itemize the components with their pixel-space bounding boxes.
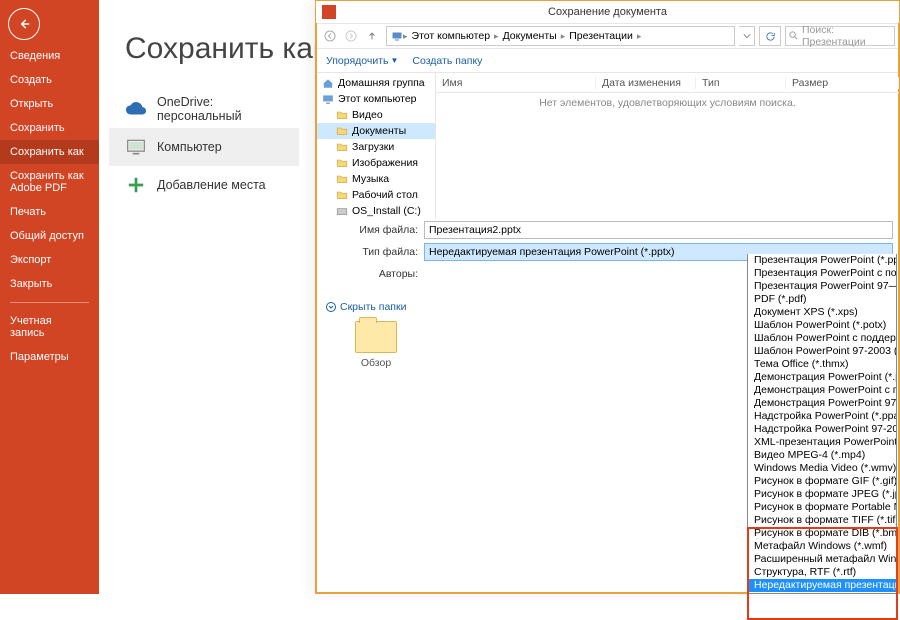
nav-item[interactable]: Учетная запись: [0, 309, 99, 345]
tree-item[interactable]: Видео: [316, 107, 435, 123]
tree-item[interactable]: Этот компьютер: [316, 91, 435, 107]
tree-item[interactable]: Домашняя группа: [316, 75, 435, 91]
nav-item[interactable]: Создать: [0, 68, 99, 92]
onedrive-icon: [125, 98, 147, 120]
nav-back-button[interactable]: [320, 26, 340, 46]
filetype-option[interactable]: Документ XPS (*.xps): [748, 306, 896, 319]
pc-icon: [391, 30, 403, 42]
file-listing[interactable]: Имя Дата изменения Тип Размер Нет элемен…: [436, 73, 899, 219]
nav-divider: [10, 302, 89, 303]
filetype-option[interactable]: Рисунок в формате GIF (*.gif): [748, 475, 896, 488]
computer-icon: [125, 136, 147, 158]
filetype-option[interactable]: Рисунок в формате Portable Network Graph…: [748, 501, 896, 514]
nav-item[interactable]: Сохранить: [0, 116, 99, 140]
dialog-title: Сохранение документа: [548, 6, 667, 18]
filetype-option[interactable]: Рисунок в формате TIFF (*.tif): [748, 514, 896, 527]
breadcrumb[interactable]: ▸ Этот компьютер▸Документы▸Презентации▸: [386, 26, 735, 46]
filetype-option[interactable]: Структура, RTF (*.rtf): [748, 566, 896, 579]
place-item[interactable]: Компьютер: [109, 128, 299, 166]
filetype-option[interactable]: Демонстрация PowerPoint (*.ppsx): [748, 371, 896, 384]
filetype-option[interactable]: XML-презентация PowerPoint (*.xml): [748, 436, 896, 449]
filetype-option[interactable]: Windows Media Video (*.wmv): [748, 462, 896, 475]
empty-message: Нет элементов, удовлетворяющих условиям …: [436, 97, 899, 109]
breadcrumb-segment[interactable]: Презентации: [565, 30, 637, 42]
add-icon: [125, 174, 147, 196]
app-icon: [322, 5, 336, 19]
nav-item[interactable]: Экспорт: [0, 248, 99, 272]
authors-label: Авторы:: [316, 268, 424, 280]
browse-label: Обзор: [346, 357, 406, 369]
search-icon: [788, 30, 799, 41]
dialog-titlebar: Сохранение документа: [316, 1, 899, 23]
filetype-option[interactable]: Видео MPEG-4 (*.mp4): [748, 449, 896, 462]
filetype-option[interactable]: Надстройка PowerPoint 97-2003 (*.ppa): [748, 423, 896, 436]
nav-item[interactable]: Закрыть: [0, 272, 99, 296]
breadcrumb-segment[interactable]: Этот компьютер: [408, 30, 495, 42]
col-date[interactable]: Дата изменения: [596, 77, 696, 89]
nav-item[interactable]: Сведения: [0, 44, 99, 68]
tree-item[interactable]: OS_Install (C:): [316, 203, 435, 219]
col-name[interactable]: Имя: [436, 77, 596, 89]
filetype-option[interactable]: Демонстрация PowerPoint с поддержкой мак…: [748, 384, 896, 397]
filetype-option[interactable]: Нередактируемая презентация PowerPoint (…: [748, 579, 896, 592]
filetype-option[interactable]: Рисунок в формате JPEG (*.jpg): [748, 488, 896, 501]
filetype-option[interactable]: Демонстрация PowerPoint 97-2003 (*.pps): [748, 397, 896, 410]
col-type[interactable]: Тип: [696, 77, 786, 89]
back-arrow-icon: [17, 17, 31, 31]
address-bar: ▸ Этот компьютер▸Документы▸Презентации▸ …: [316, 23, 899, 49]
filetype-option[interactable]: Расширенный метафайл Windows (*.emf): [748, 553, 896, 566]
new-folder-button[interactable]: Создать папку: [412, 55, 482, 67]
backstage-sidebar: СведенияСоздатьОткрытьСохранитьСохранить…: [0, 0, 99, 594]
refresh-button[interactable]: [759, 26, 781, 46]
folder-tree[interactable]: Домашняя группаЭтот компьютерВидеоДокуме…: [316, 73, 436, 219]
filetype-option[interactable]: Метафайл Windows (*.wmf): [748, 540, 896, 553]
nav-up-button[interactable]: [362, 26, 382, 46]
nav-item[interactable]: Открыть: [0, 92, 99, 116]
column-headers[interactable]: Имя Дата изменения Тип Размер: [436, 73, 899, 93]
filetype-option[interactable]: Презентация PowerPoint с поддержкой макр…: [748, 267, 896, 280]
breadcrumb-dropdown[interactable]: [739, 26, 755, 46]
nav-item[interactable]: Сохранить как: [0, 140, 99, 164]
hide-folders-button[interactable]: Скрыть папки: [326, 301, 406, 313]
nav-forward-button[interactable]: [341, 26, 361, 46]
filetype-dropdown[interactable]: Презентация PowerPoint (*.pptx)Презентац…: [747, 254, 897, 594]
chevron-down-icon: [326, 302, 336, 312]
col-size[interactable]: Размер: [786, 77, 899, 89]
tree-item[interactable]: Музыка: [316, 171, 435, 187]
tree-item[interactable]: Загрузки: [316, 139, 435, 155]
nav-item[interactable]: Параметры: [0, 345, 99, 369]
organize-button[interactable]: Упорядочить ▼: [326, 55, 398, 67]
nav-item[interactable]: Общий доступ: [0, 224, 99, 248]
filetype-option[interactable]: Шаблон PowerPoint с поддержкой макросов …: [748, 332, 896, 345]
filetype-option[interactable]: Рисунок в формате DIB (*.bmp): [748, 527, 896, 540]
back-button[interactable]: [8, 8, 40, 40]
filetype-option[interactable]: Презентация PowerPoint 97—2003 (*.ppt): [748, 280, 896, 293]
nav-item[interactable]: Сохранить как Adobe PDF: [0, 164, 99, 200]
filetype-option[interactable]: Шаблон PowerPoint 97-2003 (*.pot): [748, 345, 896, 358]
tree-item[interactable]: Рабочий стол: [316, 187, 435, 203]
filetype-option[interactable]: PDF (*.pdf): [748, 293, 896, 306]
breadcrumb-segment[interactable]: Документы: [499, 30, 561, 42]
filename-label: Имя файла:: [316, 224, 424, 236]
filetype-option[interactable]: Шаблон PowerPoint (*.potx): [748, 319, 896, 332]
tree-item[interactable]: Изображения: [316, 155, 435, 171]
nav-item[interactable]: Печать: [0, 200, 99, 224]
browse-button[interactable]: Обзор: [346, 321, 406, 369]
filetype-option[interactable]: Надстройка PowerPoint (*.ppam): [748, 410, 896, 423]
filetype-label: Тип файла:: [316, 246, 424, 258]
folder-icon: [355, 321, 397, 353]
filetype-option[interactable]: Презентация PowerPoint (*.pptx): [748, 254, 896, 267]
place-item[interactable]: Добавление места: [109, 166, 299, 204]
tree-item[interactable]: Документы: [316, 123, 435, 139]
filetype-option[interactable]: Тема Office (*.thmx): [748, 358, 896, 371]
place-item[interactable]: OneDrive: персональный: [109, 90, 299, 128]
filename-input[interactable]: [424, 221, 893, 239]
save-dialog: Сохранение документа ▸ Этот компьютер▸До…: [315, 0, 900, 594]
toolbar: Упорядочить ▼ Создать папку: [316, 49, 899, 73]
search-input[interactable]: Поиск: Презентации: [785, 26, 895, 46]
